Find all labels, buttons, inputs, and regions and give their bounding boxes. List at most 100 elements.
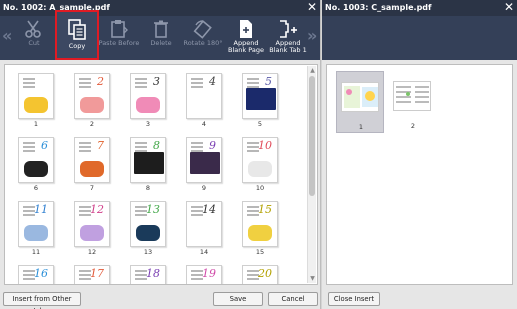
page-numeral: 18 xyxy=(146,267,160,280)
page-numeral: 8 xyxy=(153,139,160,152)
page-thumb[interactable]: 1818 xyxy=(123,261,173,284)
left-panel: No. 1002: A_sample.pdf ✕ « Cut Copy Past… xyxy=(0,0,321,309)
rotate-icon xyxy=(193,20,212,39)
page-preview: 17 xyxy=(74,265,110,284)
page-thumb[interactable]: 15 15 xyxy=(235,197,285,257)
page-preview: 5 xyxy=(242,73,278,119)
vertical-scrollbar[interactable]: ▲ ▼ xyxy=(307,66,316,283)
copy-icon xyxy=(68,19,86,40)
page-thumb[interactable]: 1 xyxy=(11,69,61,129)
insert-page-number: 1 xyxy=(358,123,364,131)
append-blank-tab-button[interactable]: Append Blank Tab 1 xyxy=(266,16,310,60)
cancel-button[interactable]: Cancel xyxy=(268,292,318,306)
page-thumb[interactable]: 33 xyxy=(123,69,173,129)
page-numeral: 4 xyxy=(209,75,216,88)
page-numeral: 7 xyxy=(97,139,104,152)
page-thumb[interactable]: 10 10 xyxy=(235,133,285,193)
page-thumb[interactable]: 11 11 xyxy=(11,197,61,257)
append-page-icon xyxy=(240,20,252,38)
insert-from-other-job-button[interactable]: Insert from Other Job... xyxy=(3,292,81,309)
page-illustration xyxy=(24,161,48,177)
page-text-lines xyxy=(23,78,35,80)
page-thumb[interactable]: 1717 xyxy=(67,261,117,284)
append-tab-icon xyxy=(280,20,297,38)
page-thumb[interactable]: 14 14 xyxy=(179,197,229,257)
insert-page-thumb[interactable]: 1 xyxy=(336,71,384,133)
scrollbar-thumb[interactable] xyxy=(309,76,315,196)
page-thumb[interactable]: 66 xyxy=(11,133,61,193)
page-numeral: 15 xyxy=(258,203,272,216)
rotate-button[interactable]: Rotate 180° xyxy=(181,16,225,60)
scroll-right-icon[interactable]: » xyxy=(307,26,318,45)
page-thumb[interactable]: 44 xyxy=(179,69,229,129)
copy-button[interactable]: Copy xyxy=(55,10,99,60)
page-number: 4 xyxy=(201,120,207,128)
insert-thumbnail-area: 1 2 xyxy=(326,64,513,285)
page-preview xyxy=(341,82,379,112)
page-number: 14 xyxy=(199,248,209,256)
page-number: 1 xyxy=(33,120,39,128)
page-numeral: 9 xyxy=(209,139,216,152)
right-panel: No. 1003: C_sample.pdf ✕ 1 2 Close Inser… xyxy=(322,0,517,309)
page-thumb[interactable]: 1919 xyxy=(179,261,229,284)
page-thumb[interactable]: 2020 xyxy=(235,261,285,284)
right-toolbar xyxy=(322,16,517,60)
page-number: 7 xyxy=(89,184,95,192)
right-close-icon[interactable]: ✕ xyxy=(504,0,514,15)
page-illustration xyxy=(246,88,276,110)
page-text-lines xyxy=(247,78,259,80)
page-preview: 11 xyxy=(18,201,54,247)
page-preview: 16 xyxy=(18,265,54,284)
page-numeral: 5 xyxy=(265,75,272,88)
page-illustration xyxy=(192,97,216,113)
page-preview: 4 xyxy=(186,73,222,119)
page-preview xyxy=(18,73,54,119)
page-number: 12 xyxy=(87,248,97,256)
paste-before-button[interactable]: Paste Before xyxy=(97,16,141,60)
append-blank-page-button[interactable]: Append Blank Page xyxy=(224,16,268,60)
page-text-lines xyxy=(135,78,147,80)
page-number: 5 xyxy=(257,120,263,128)
page-preview: 13 xyxy=(130,201,166,247)
page-illustration xyxy=(24,97,48,113)
page-number: 11 xyxy=(31,248,41,256)
page-illustration xyxy=(190,152,220,174)
page-preview: 19 xyxy=(186,265,222,284)
page-number: 15 xyxy=(255,248,265,256)
page-text-lines xyxy=(23,142,35,144)
delete-label: Delete xyxy=(150,39,172,47)
page-thumb[interactable]: 1616 xyxy=(11,261,61,284)
page-thumb[interactable]: 12 12 xyxy=(67,197,117,257)
append-blank-tab-label: Append Blank Tab 1 xyxy=(269,39,307,54)
right-title: No. 1003: C_sample.pdf xyxy=(325,3,432,12)
page-thumb[interactable]: 22 xyxy=(67,69,117,129)
page-preview: 14 xyxy=(186,201,222,247)
scroll-left-icon[interactable]: « xyxy=(2,26,13,45)
page-editor: No. 1002: A_sample.pdf ✕ « Cut Copy Past… xyxy=(0,0,517,309)
page-thumb[interactable]: 55 xyxy=(235,69,285,129)
left-close-icon[interactable]: ✕ xyxy=(307,0,317,15)
page-illustration xyxy=(248,225,272,241)
page-thumb[interactable]: 77 xyxy=(67,133,117,193)
rotate-label: Rotate 180° xyxy=(183,39,223,47)
delete-button[interactable]: Delete xyxy=(139,16,183,60)
paste-before-label: Paste Before xyxy=(98,39,140,47)
paste-icon xyxy=(111,20,128,38)
page-preview: 15 xyxy=(242,201,278,247)
scroll-down-icon[interactable]: ▼ xyxy=(309,275,316,282)
page-numeral: 12 xyxy=(90,203,104,216)
scroll-up-icon[interactable]: ▲ xyxy=(309,67,316,74)
page-thumb[interactable]: 13 13 xyxy=(123,197,173,257)
page-thumb[interactable]: 88 xyxy=(123,133,173,193)
page-preview: 8 xyxy=(130,137,166,183)
close-insert-button[interactable]: Close Insert xyxy=(328,292,380,306)
page-illustration xyxy=(80,97,104,113)
insert-page-thumb[interactable]: 2 xyxy=(389,71,437,133)
insert-page-number: 2 xyxy=(410,122,416,130)
page-thumb[interactable]: 99 xyxy=(179,133,229,193)
page-numeral: 16 xyxy=(34,267,48,280)
page-number: 8 xyxy=(145,184,151,192)
save-button[interactable]: Save xyxy=(213,292,263,306)
page-text-lines xyxy=(191,142,203,144)
cut-button[interactable]: Cut xyxy=(12,16,56,60)
